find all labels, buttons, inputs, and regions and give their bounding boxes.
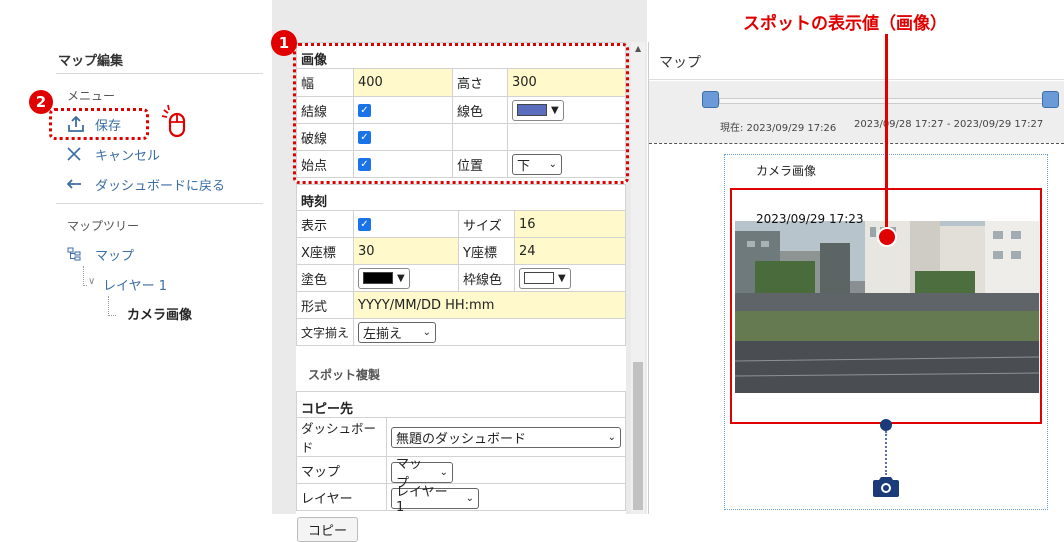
tree-item-camera[interactable]: カメラ画像 (127, 304, 192, 323)
time-range-label: 2023/09/28 17:27 - 2023/09/29 17:27 (854, 119, 1044, 130)
tree-layer-label: レイヤー 1 (103, 278, 168, 294)
connector-line (885, 431, 887, 475)
y-label: Y座標 (458, 237, 515, 265)
fill-label: 塗色 (296, 264, 354, 292)
time-slider-area: 現在: 2023/09/29 17:26 2023/09/28 17:27 - … (649, 81, 1064, 143)
time-section-header: 時刻 (296, 184, 626, 210)
tree-icon (67, 247, 87, 261)
time-props-table: 表示 ✓ サイズ 16 X座標 30 Y座標 24 塗色 ▼ 枠線色 ▼ 形式 … (296, 210, 626, 346)
copy-button[interactable]: コピー (297, 517, 359, 542)
display-checkbox-cell: ✓ (353, 210, 459, 238)
scrollbar-thumb[interactable] (633, 362, 643, 510)
menu-section-label: メニュー (67, 89, 116, 103)
sidebar-title: マップ編集 (58, 54, 124, 69)
align-value: 左揃え (363, 326, 403, 342)
map-cell: マップ ⌄ (386, 456, 626, 491)
dashboard-label: ダッシュボード (296, 417, 387, 457)
callout-label: スポットの表示値（画像） (743, 14, 947, 34)
cancel-label: キャンセル (95, 148, 161, 164)
connector-start-point (880, 419, 892, 431)
y-input[interactable]: 24 (514, 237, 626, 265)
tree-connector (108, 296, 109, 316)
camera-icon[interactable] (872, 474, 900, 502)
align-label: 文字揃え (296, 318, 354, 346)
back-to-dashboard-button[interactable]: ダッシュボードに戻る (67, 173, 225, 195)
stroke-color-picker[interactable]: ▼ (519, 267, 571, 289)
layer-value: レイヤー 1 (396, 485, 448, 516)
back-arrow-icon (67, 179, 87, 189)
current-time-label: 現在: 2023/09/29 17:26 (720, 123, 837, 134)
color-swatch (363, 272, 393, 284)
fill-color-cell: ▼ (353, 264, 459, 292)
align-cell: 左揃え ⌄ (353, 318, 626, 346)
map-panel-header: マップ (649, 42, 1064, 80)
dashboard-select[interactable]: 無題のダッシュボード ⌄ (391, 426, 621, 448)
image-props-highlight-box (293, 43, 629, 184)
chevron-down-icon: ⌄ (422, 326, 431, 338)
divider (56, 73, 263, 74)
format-label: 形式 (296, 291, 354, 319)
close-icon (67, 147, 87, 161)
size-label: サイズ (458, 210, 515, 238)
layer-label: レイヤー (296, 483, 387, 511)
callout-dot (877, 227, 897, 247)
layer-select[interactable]: レイヤー 1 ⌄ (391, 485, 479, 515)
size-input[interactable]: 16 (514, 210, 626, 238)
layer-cell: レイヤー 1 ⌄ (386, 483, 626, 515)
tree-connector (108, 315, 116, 316)
stroke-color-cell: ▼ (514, 264, 626, 292)
spot-title: カメラ画像 (756, 164, 817, 178)
tree-item-layer[interactable]: レイヤー 1 (103, 273, 167, 295)
caret-down-icon: ▼ (558, 272, 566, 284)
color-swatch (524, 272, 554, 284)
caret-down-icon: ▼ (397, 272, 405, 284)
spot-copy-title: スポット複製 (308, 368, 381, 382)
tree-section-label: マップツリー (67, 219, 140, 233)
tree-connector (83, 285, 87, 286)
map-label: マップ (296, 456, 387, 484)
time-slider-end-handle[interactable] (1042, 91, 1059, 108)
chevron-down-icon[interactable]: ∨ (88, 276, 95, 287)
dashboard-cell: 無題のダッシュボード ⌄ (386, 417, 626, 457)
tree-map-label: マップ (95, 248, 135, 264)
callout-line (885, 34, 888, 230)
map-select[interactable]: マップ ⌄ (391, 457, 453, 491)
scroll-up-icon[interactable]: ▲ (635, 44, 641, 53)
copy-target-header: コピー先 (296, 391, 626, 417)
cancel-button[interactable]: キャンセル (67, 143, 160, 165)
tree-item-map[interactable]: マップ (67, 243, 134, 265)
chevron-down-icon: ⌄ (465, 492, 474, 504)
sidebar: マップ編集 メニュー 保存 キャンセル ダッシュボードに戻る マップツリー マッ… (0, 0, 272, 514)
back-label: ダッシュボードに戻る (95, 178, 226, 194)
save-highlight-box (49, 108, 149, 140)
chevron-down-icon: ⌄ (439, 466, 448, 478)
annotation-badge-1: 1 (271, 30, 297, 56)
display-checkbox[interactable]: ✓ (358, 217, 371, 231)
stroke-label: 枠線色 (458, 264, 515, 292)
mouse-click-icon (160, 104, 190, 142)
x-input[interactable]: 30 (353, 237, 459, 265)
align-select[interactable]: 左揃え ⌄ (358, 321, 436, 343)
dashboard-value: 無題のダッシュボード (396, 431, 527, 447)
time-slider-start-handle[interactable] (702, 91, 719, 108)
format-input[interactable]: YYYY/MM/DD HH:mm (353, 291, 626, 319)
display-label: 表示 (296, 210, 354, 238)
x-label: X座標 (296, 237, 354, 265)
spot-timestamp: 2023/09/29 17:23 (756, 212, 864, 226)
fill-color-picker[interactable]: ▼ (358, 267, 410, 289)
tree-connector (83, 266, 84, 286)
map-panel-title: マップ (659, 55, 701, 71)
chevron-down-icon: ⌄ (607, 431, 616, 443)
divider (56, 203, 263, 204)
copy-target-table: ダッシュボード 無題のダッシュボード ⌄ マップ マップ ⌄ レイヤー レイヤー 1… (296, 417, 626, 515)
